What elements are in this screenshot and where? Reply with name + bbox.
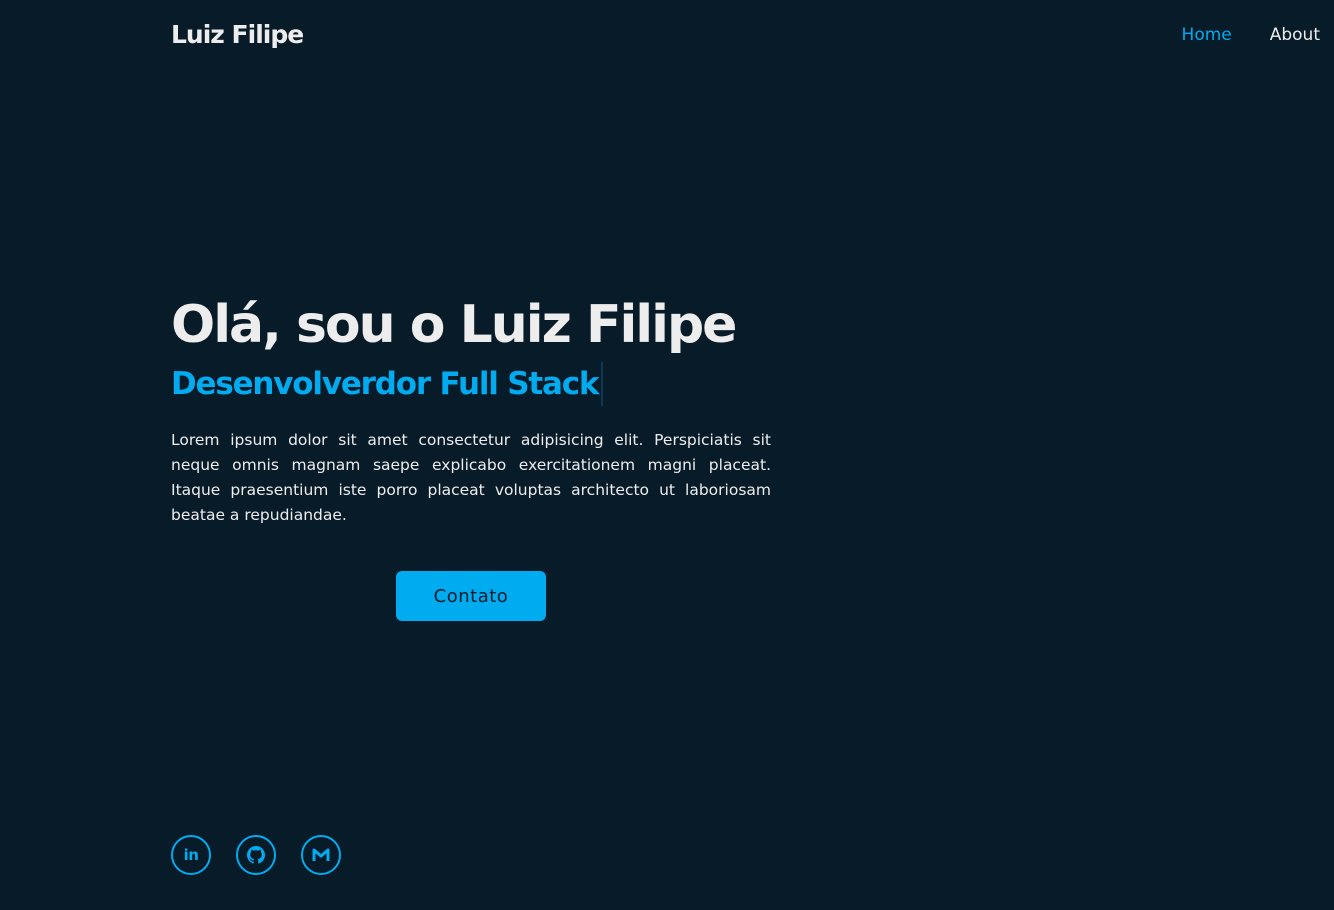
github-link[interactable] <box>236 835 276 875</box>
contact-button[interactable]: Contato <box>396 571 546 621</box>
nav-link-about[interactable]: About <box>1270 24 1320 46</box>
github-icon <box>247 846 265 864</box>
gmail-link[interactable] <box>301 835 341 875</box>
linkedin-link[interactable]: in <box>171 835 211 875</box>
social-links: in <box>171 835 341 875</box>
main-nav: Home About <box>1182 24 1320 46</box>
linkedin-icon: in <box>183 846 199 864</box>
nav-link-home[interactable]: Home <box>1182 24 1232 46</box>
page: Luiz Filipe Home About Olá, sou o Luiz F… <box>0 0 1334 910</box>
site-logo[interactable]: Luiz Filipe <box>171 18 304 52</box>
gmail-icon <box>312 848 330 861</box>
hero-title: Olá, sou o Luiz Filipe <box>171 295 737 355</box>
hero-description: Lorem ipsum dolor sit amet consectetur a… <box>171 431 771 524</box>
hero-subtitle: Desenvolverdor Full Stack <box>171 362 604 406</box>
hero-section: Olá, sou o Luiz Filipe Desenvolverdor Fu… <box>171 292 771 528</box>
